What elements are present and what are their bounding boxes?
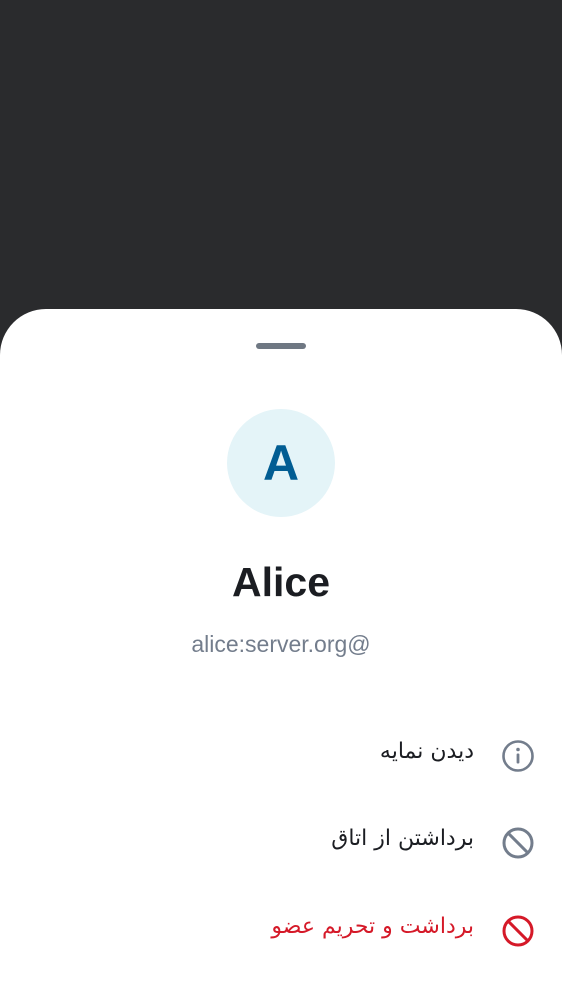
avatar-initial: A [262,435,300,491]
member-user-id: alice:server.org@ [191,631,371,657]
info-icon [502,740,534,772]
member-display-name: Alice [232,559,330,605]
ban-icon [502,915,534,947]
drag-handle[interactable] [256,343,306,349]
view-profile-action[interactable]: دیدن نمایه [0,726,562,786]
member-bottom-sheet: A Alice alice:server.org@ دیدن نمایه برد… [0,309,562,1000]
block-icon [502,827,534,859]
avatar[interactable]: A [227,409,335,517]
remove-from-room-label: برداشتن از اتاق [331,826,474,851]
view-profile-label: دیدن نمایه [379,739,474,764]
ban-member-action[interactable]: برداشت و تحریم عضو [0,901,562,961]
remove-from-room-action[interactable]: برداشتن از اتاق [0,813,562,873]
ban-member-label: برداشت و تحریم عضو [271,914,474,939]
